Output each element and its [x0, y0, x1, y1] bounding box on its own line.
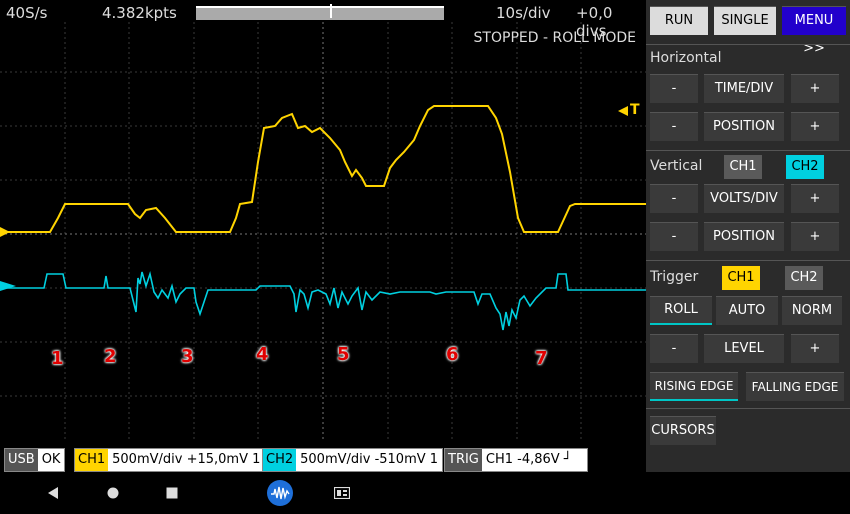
level-increase-button[interactable]: +: [791, 334, 839, 363]
ch1-status-key: CH1: [75, 449, 109, 471]
menu-button[interactable]: MENU >>: [782, 6, 846, 56]
time-div-decrease-button[interactable]: -: [650, 74, 698, 103]
divider: [646, 44, 850, 45]
marker-3: 3: [181, 346, 194, 367]
vertical-ch1-toggle[interactable]: CH1: [724, 155, 762, 179]
usb-status-key: USB: [5, 449, 38, 471]
gallery-icon[interactable]: [334, 487, 350, 499]
volts-div-label: VOLTS/DIV: [704, 184, 784, 213]
waveform-canvas[interactable]: [0, 22, 646, 442]
single-button[interactable]: SINGLE: [714, 6, 776, 35]
marker-6: 6: [446, 344, 459, 365]
auto-button[interactable]: AUTO: [716, 296, 778, 325]
trigger-status-value: CH1 -4,86V ┘: [485, 452, 572, 467]
trigger-section-title: Trigger: [650, 269, 699, 285]
time-div-label: TIME/DIV: [704, 74, 784, 103]
ch2-status-key: CH2: [263, 449, 297, 471]
trigger-status[interactable]: TRIG CH1 -4,86V ┘: [444, 448, 588, 472]
norm-button[interactable]: NORM: [782, 296, 842, 325]
memory-view-position-marker[interactable]: [330, 4, 332, 18]
divider: [646, 408, 850, 409]
memory-view-slider[interactable]: [196, 4, 444, 20]
ch2-offset-indicator[interactable]: [0, 281, 16, 291]
divider: [646, 150, 850, 151]
marker-2: 2: [104, 346, 117, 367]
vertical-ch2-toggle[interactable]: CH2: [786, 155, 824, 179]
falling-edge-button[interactable]: FALLING EDGE: [746, 372, 844, 401]
trigger-level-arrow[interactable]: [618, 106, 628, 116]
control-panel: RUN SINGLE MENU >> Horizontal - TIME/DIV…: [646, 0, 850, 472]
trigger-status-key: TRIG: [445, 449, 482, 471]
h-position-label: POSITION: [704, 112, 784, 141]
channel-status-bar: USB OK CH1 500mV/div +15,0mV 1 CH2 500mV/di…: [0, 448, 646, 472]
trigger-level-label: T: [630, 102, 640, 118]
run-button[interactable]: RUN: [650, 6, 708, 35]
trigger-ch2-toggle[interactable]: CH2: [785, 266, 823, 290]
marker-5: 5: [337, 344, 350, 365]
marker-1: 1: [51, 348, 64, 369]
marker-7: 7: [535, 348, 548, 369]
ch2-trace: [0, 271, 646, 331]
v-position-decrease-button[interactable]: -: [650, 222, 698, 251]
trigger-ch1-toggle[interactable]: CH1: [722, 266, 760, 290]
level-label: LEVEL: [704, 334, 784, 363]
ch1-status[interactable]: CH1 500mV/div +15,0mV 1: [74, 448, 266, 472]
h-position-decrease-button[interactable]: -: [650, 112, 698, 141]
scope-app-icon[interactable]: [266, 479, 294, 507]
ch2-status-value: 500mV/div -510mV 1: [300, 452, 439, 467]
system-navigation-bar: [0, 472, 850, 514]
time-div-increase-button[interactable]: +: [791, 74, 839, 103]
volts-div-increase-button[interactable]: +: [791, 184, 839, 213]
acquisition-mode-label: STOPPED - ROLL MODE: [473, 30, 636, 46]
v-position-label: POSITION: [704, 222, 784, 251]
ch1-status-value: 500mV/div +15,0mV 1: [112, 452, 261, 467]
waveform-display[interactable]: STOPPED - ROLL MODE T 1 2 3 4 5 6 7: [0, 22, 646, 442]
h-position-increase-button[interactable]: +: [791, 112, 839, 141]
point-count: 4.382kpts: [102, 4, 177, 22]
cursors-button[interactable]: CURSORS: [650, 416, 716, 445]
home-icon[interactable]: [107, 487, 119, 499]
vertical-section-title: Vertical: [650, 158, 703, 174]
ch1-offset-indicator[interactable]: [0, 227, 10, 237]
roll-button[interactable]: ROLL: [650, 296, 712, 325]
marker-4: 4: [256, 344, 269, 365]
v-position-increase-button[interactable]: +: [791, 222, 839, 251]
level-decrease-button[interactable]: -: [650, 334, 698, 363]
usb-status: USB OK: [4, 448, 66, 472]
horizontal-section-title: Horizontal: [650, 50, 722, 66]
timebase: 10s/div: [496, 4, 551, 22]
recents-icon[interactable]: [166, 487, 178, 499]
sample-rate: 40S/s: [6, 4, 48, 22]
usb-status-value: OK: [41, 452, 61, 467]
ch2-status[interactable]: CH2 500mV/div -510mV 1: [262, 448, 444, 472]
volts-div-decrease-button[interactable]: -: [650, 184, 698, 213]
rising-edge-button[interactable]: RISING EDGE: [650, 372, 738, 401]
divider: [646, 260, 850, 261]
back-icon[interactable]: [46, 486, 60, 500]
